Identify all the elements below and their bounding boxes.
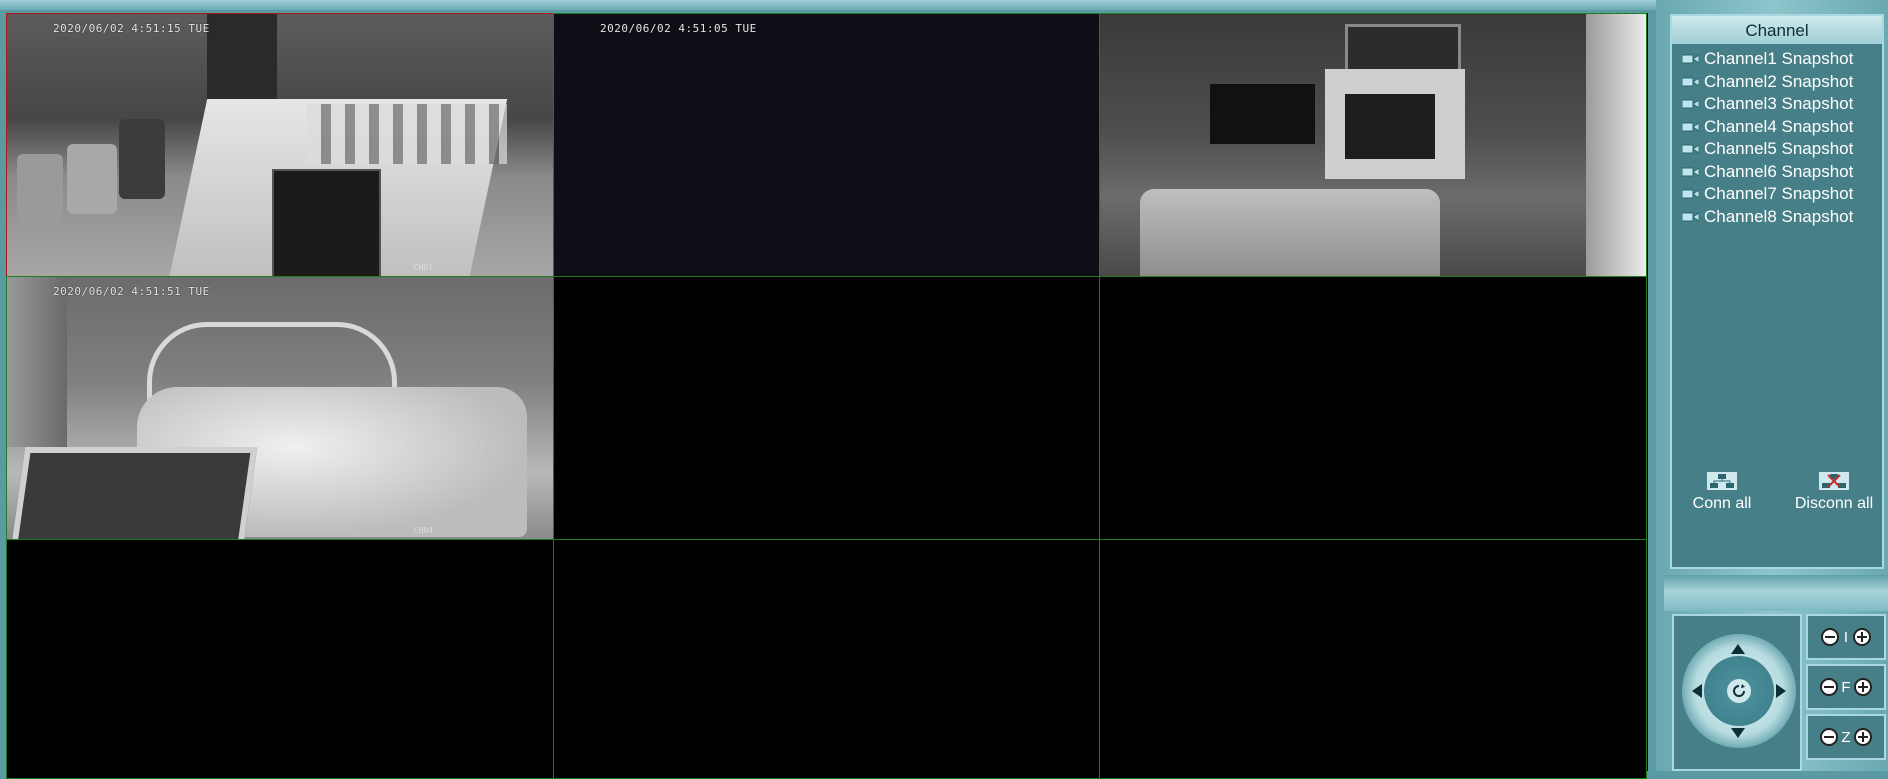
camera-timestamp: 2020/06/02 4:51:05 TUE [600,22,757,35]
focus-label: F [1841,678,1851,696]
ptz-control [1672,614,1802,771]
ptz-direction-pad [1682,634,1796,748]
video-cell-4[interactable]: 2020/06/02 4:51:51 TUE CH04 [6,276,554,540]
ptz-left-arrow-icon[interactable] [1692,684,1702,698]
channel-item-3[interactable]: Channel3 Snapshot [1682,93,1882,116]
camera-icon [1682,121,1699,133]
camera-timestamp: 2020/06/02 4:51:51 TUE [53,285,210,298]
channel-panel: Channel Channel1 Snapshot Channel2 Snaps… [1670,14,1884,569]
iris-label: I [1843,628,1849,646]
focus-control: F [1806,664,1886,710]
camera-feed-bedroom [7,277,553,539]
video-cell-2[interactable]: 2020/06/02 4:51:05 TUE [553,13,1100,277]
camera-icon [1682,53,1699,65]
channel-item-2[interactable]: Channel2 Snapshot [1682,71,1882,94]
iris-plus-icon[interactable] [1853,628,1871,646]
panel-divider [1664,575,1888,611]
video-cell-3[interactable] [1099,13,1647,277]
channel-item-8[interactable]: Channel8 Snapshot [1682,206,1882,229]
camera-feed-living-room [1100,14,1646,276]
camera-icon [1682,98,1699,110]
iris-minus-icon[interactable] [1821,628,1839,646]
top-strip [0,0,1888,10]
channel-item-6[interactable]: Channel6 Snapshot [1682,161,1882,184]
channel-item-1[interactable]: Channel1 Snapshot [1682,48,1882,71]
camera-icon [1682,143,1699,155]
zoom-label: Z [1841,728,1851,746]
camera-timestamp: 2020/06/02 4:51:15 TUE [53,22,210,35]
camera-channel-label: CH01 [413,263,433,272]
channel-list: Channel1 Snapshot Channel2 Snapshot Chan… [1682,48,1882,228]
camera-channel-label: CH04 [413,526,433,535]
zoom-minus-icon[interactable] [1820,728,1839,746]
camera-icon [1682,166,1699,178]
channel-panel-title: Channel [1672,16,1882,44]
network-disconnect-icon [1819,472,1849,490]
lens-control: I F Z [1806,614,1888,771]
disconnect-all-button[interactable]: Disconn all [1784,471,1884,513]
video-cell-5[interactable] [553,276,1100,540]
focus-minus-icon[interactable] [1820,678,1839,696]
video-grid: 2020/06/02 4:51:15 TUE CH01 2020/06/02 4… [6,13,1648,779]
focus-plus-icon[interactable] [1853,678,1872,696]
channel-item-4[interactable]: Channel4 Snapshot [1682,116,1882,139]
video-cell-7[interactable] [6,539,554,779]
ptz-up-arrow-icon[interactable] [1731,644,1745,654]
zoom-control: Z [1806,714,1886,760]
video-cell-9[interactable] [1099,539,1647,779]
network-connect-icon [1707,472,1737,490]
camera-icon [1682,211,1699,223]
zoom-plus-icon[interactable] [1853,728,1872,746]
camera-feed-dark [554,14,1099,276]
camera-icon [1682,76,1699,88]
video-cell-8[interactable] [553,539,1100,779]
ptz-auto-rotate-icon[interactable] [1727,679,1751,703]
ptz-down-arrow-icon[interactable] [1731,728,1745,738]
video-cell-1[interactable]: 2020/06/02 4:51:15 TUE CH01 [6,13,554,277]
ptz-right-arrow-icon[interactable] [1776,684,1786,698]
connect-all-button[interactable]: Conn all [1682,471,1762,513]
channel-item-5[interactable]: Channel5 Snapshot [1682,138,1882,161]
channel-item-7[interactable]: Channel7 Snapshot [1682,183,1882,206]
camera-icon [1682,188,1699,200]
video-cell-6[interactable] [1099,276,1647,540]
camera-feed-kitchen [7,14,553,276]
iris-control: I [1806,614,1886,660]
